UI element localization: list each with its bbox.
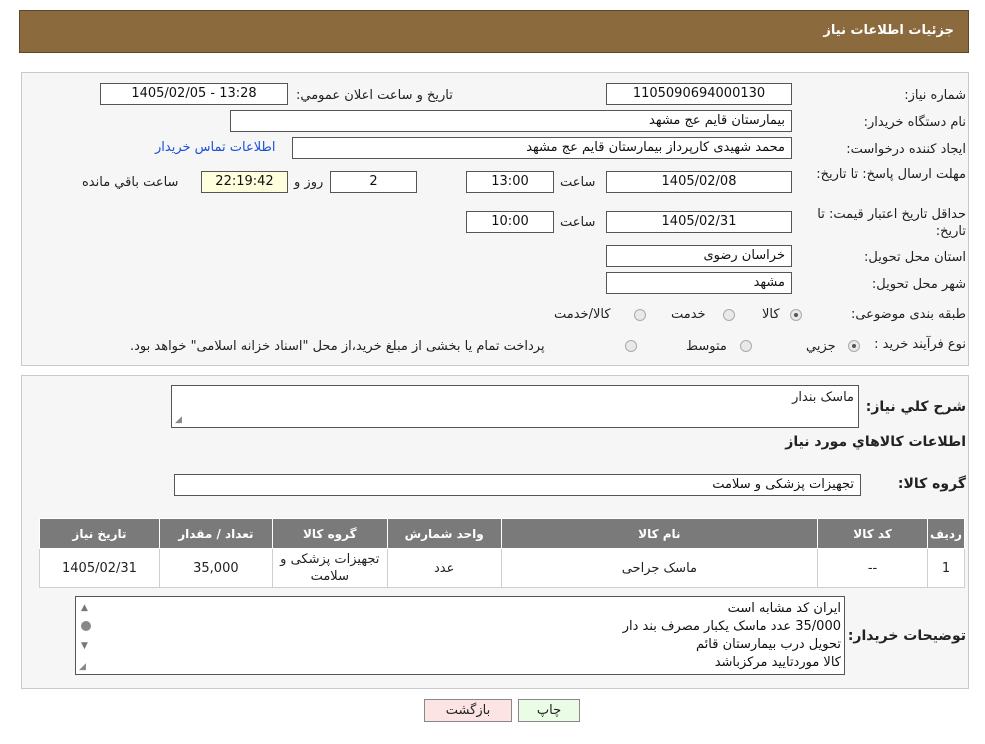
price-validity-date-field: 1405/02/31 (606, 211, 792, 233)
reply-days-label: روز و (294, 175, 324, 190)
price-validity-time-field: 10:00 (466, 211, 554, 233)
process-radio-treasury[interactable] (625, 340, 637, 352)
reply-deadline-time-label: ساعت (560, 175, 596, 190)
col-goods-code: كد كالا (817, 518, 928, 549)
need-number-label: شماره نیاز: (904, 88, 966, 103)
buyer-notes-line: تحویل درب بیمارستان قائم (696, 637, 841, 652)
back-button[interactable]: بازگشت (424, 699, 512, 722)
buyer-notes-line: ایران کد مشابه است (727, 601, 841, 616)
scroll-up-icon[interactable]: ▲ (81, 603, 88, 613)
purchase-process-label: نوع فرآيند خريد : (874, 337, 966, 352)
summary-text: ماسک بندار (792, 390, 854, 405)
reply-deadline-time-field: 13:00 (466, 171, 554, 193)
buyer-notes-line: 35/000 عدد ماسک یکبار مصرف بند دار (622, 619, 841, 634)
announce-datetime-field: 1405/02/05 - 13:28 (100, 83, 288, 105)
col-quantity: تعداد / مقدار (158, 518, 273, 549)
print-button[interactable]: چاپ (518, 699, 580, 722)
col-row-number: رديف (926, 518, 966, 549)
price-validity-label: حداقل تاريخ اعتبار قيمت: تا تاريخ: (817, 207, 966, 239)
category-option-goods-service: كالا/خدمت (554, 307, 611, 322)
remaining-time-field: 22:19:42 (201, 171, 288, 193)
col-goods-name: نام كالا (500, 518, 819, 549)
goods-info-title: اطلاعات كالاهاي مورد نياز (785, 434, 966, 450)
city-field: مشهد (606, 272, 792, 294)
goods-table-header: تاريخ نياز تعداد / مقدار گروه كالا واحد … (39, 518, 966, 549)
city-label: شهر محل تحويل: (871, 277, 966, 292)
remaining-time-label: ساعت باقي مانده (82, 175, 179, 190)
process-option-minor: جزيي (806, 339, 836, 354)
table-row: 1405/02/31 35,000 تجهیزات پزشکی و سلامت … (39, 548, 966, 588)
resize-grip-icon: ◢ (175, 415, 182, 425)
price-validity-time-label: ساعت (560, 215, 596, 230)
category-option-goods: كالا (762, 307, 780, 322)
province-label: استان محل تحويل: (864, 250, 966, 265)
buyer-org-field: بیمارستان قایم عج مشهد (230, 110, 792, 132)
reply-deadline-date-field: 1405/02/08 (606, 171, 792, 193)
cell-goods-code: -- (817, 548, 928, 588)
reply-deadline-label: مهلت ارسال پاسخ: تا تاريخ: (816, 167, 966, 182)
resize-grip-icon: ◢ (79, 662, 86, 672)
category-option-service: خدمت (671, 307, 706, 322)
scroll-down-icon[interactable]: ▼ (81, 641, 88, 651)
announce-datetime-label: تاريخ و ساعت اعلان عمومي: (296, 88, 453, 103)
col-need-date: تاريخ نياز (39, 518, 160, 549)
buyer-notes-textarea[interactable]: ایران کد مشابه است 35/000 عدد ماسک یکبار… (75, 596, 845, 675)
summary-textarea: ماسک بندار ◢ (171, 385, 859, 428)
col-goods-group: گروه كالا (271, 518, 388, 549)
goods-group-label: گروه كالا: (897, 476, 966, 492)
process-option-medium: متوسط (686, 339, 727, 354)
process-radio-minor[interactable] (848, 340, 860, 352)
cell-unit: عدد (386, 548, 502, 588)
scroll-thumb[interactable] (81, 621, 91, 631)
requester-field: محمد شهیدی کارپرداز بیمارستان قایم عج مش… (292, 137, 792, 159)
category-radio-service[interactable] (723, 309, 735, 321)
process-treasury-note: پرداخت تمام يا بخشی از مبلغ خريد،از محل … (130, 339, 545, 354)
requester-label: ايجاد کننده درخواست: (846, 142, 966, 157)
reply-days-field: 2 (330, 171, 417, 193)
col-unit: واحد شمارش (386, 518, 502, 549)
buyer-org-label: نام دستگاه خريدار: (863, 115, 966, 130)
cell-quantity: 35,000 (158, 548, 273, 588)
page-title: جزئیات اطلاعات نیاز (823, 23, 954, 38)
need-number-field: 1105090694000130 (606, 83, 792, 105)
cell-goods-name: ماسک جراحی (500, 548, 819, 588)
province-field: خراسان رضوی (606, 245, 792, 267)
cell-row-number: 1 (926, 548, 966, 588)
goods-group-field: تجهیزات پزشکی و سلامت (174, 474, 861, 496)
goods-table: تاريخ نياز تعداد / مقدار گروه كالا واحد … (39, 518, 966, 588)
process-radio-medium[interactable] (740, 340, 752, 352)
cell-need-date: 1405/02/31 (39, 548, 160, 588)
buyer-notes-label: توضيحات خريدار: (847, 628, 966, 644)
buyer-contact-link[interactable]: اطلاعات تماس خريدار (155, 140, 275, 155)
summary-label: شرح كلي نياز: (865, 399, 966, 415)
category-radio-goods-service[interactable] (634, 309, 646, 321)
category-radio-goods[interactable] (790, 309, 802, 321)
cell-goods-group: تجهیزات پزشکی و سلامت (271, 548, 388, 588)
buyer-notes-line: کالا موردتایید مرکزباشد (714, 655, 841, 670)
buyer-notes-text: ایران کد مشابه است 35/000 عدد ماسک یکبار… (623, 600, 841, 672)
category-label: طبقه بندی موضوعی: (850, 307, 966, 322)
page-header: جزئیات اطلاعات نیاز (19, 10, 969, 53)
